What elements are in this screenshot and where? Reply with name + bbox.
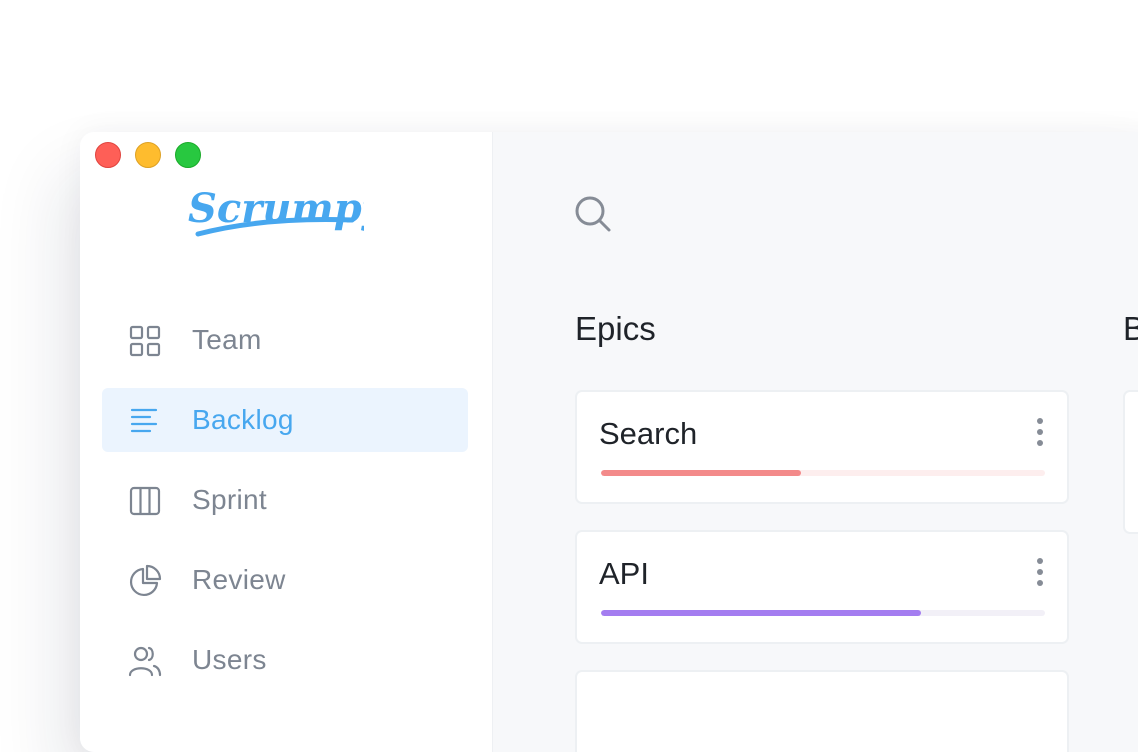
- epic-progress-bar: [601, 610, 1045, 616]
- sidebar-item-label: Backlog: [192, 404, 294, 435]
- more-options-icon[interactable]: [1035, 418, 1045, 454]
- sidebar-item-backlog[interactable]: Backlog: [102, 388, 468, 452]
- window-controls: [95, 142, 201, 168]
- main-content: Epics Search API B: [493, 132, 1138, 752]
- svg-text:Scrumpy: Scrumpy: [188, 185, 364, 232]
- close-window-button[interactable]: [95, 142, 121, 168]
- grid-icon: [129, 325, 161, 357]
- app-window: Scrumpy Team Backlog: [80, 132, 1138, 752]
- next-column-title: B: [1123, 310, 1138, 347]
- list-lines-icon: [130, 408, 158, 433]
- sidebar-item-label: Review: [192, 564, 286, 595]
- next-column-card[interactable]: [1123, 390, 1138, 534]
- epic-card-title: Search: [599, 416, 698, 451]
- minimize-window-button[interactable]: [135, 142, 161, 168]
- sidebar-item-label: Team: [192, 324, 262, 355]
- sidebar-item-label: Sprint: [192, 484, 267, 515]
- epic-progress-fill: [601, 470, 801, 476]
- maximize-window-button[interactable]: [175, 142, 201, 168]
- epic-card-api[interactable]: API: [575, 530, 1069, 644]
- more-options-icon[interactable]: [1035, 558, 1045, 594]
- epic-card-search[interactable]: Search: [575, 390, 1069, 504]
- epics-column-title: Epics: [575, 310, 656, 347]
- columns-icon: [129, 486, 161, 516]
- sidebar-item-review[interactable]: Review: [102, 548, 468, 612]
- sidebar-item-sprint[interactable]: Sprint: [102, 468, 468, 532]
- epic-card-title: API: [599, 556, 649, 591]
- pie-chart-icon: [130, 564, 162, 596]
- sidebar: Scrumpy Team Backlog: [80, 132, 493, 752]
- scrumpy-logo[interactable]: Scrumpy: [184, 182, 364, 246]
- sidebar-item-team[interactable]: Team: [102, 308, 468, 372]
- sidebar-item-users[interactable]: Users: [102, 628, 468, 692]
- epic-progress-bar: [601, 470, 1045, 476]
- epic-card-partial[interactable]: [575, 670, 1069, 752]
- epic-progress-fill: [601, 610, 921, 616]
- users-icon: [128, 646, 162, 677]
- search-icon[interactable]: [573, 194, 613, 234]
- sidebar-nav: Team Backlog Sprint Review Users: [102, 308, 468, 708]
- sidebar-item-label: Users: [192, 644, 267, 675]
